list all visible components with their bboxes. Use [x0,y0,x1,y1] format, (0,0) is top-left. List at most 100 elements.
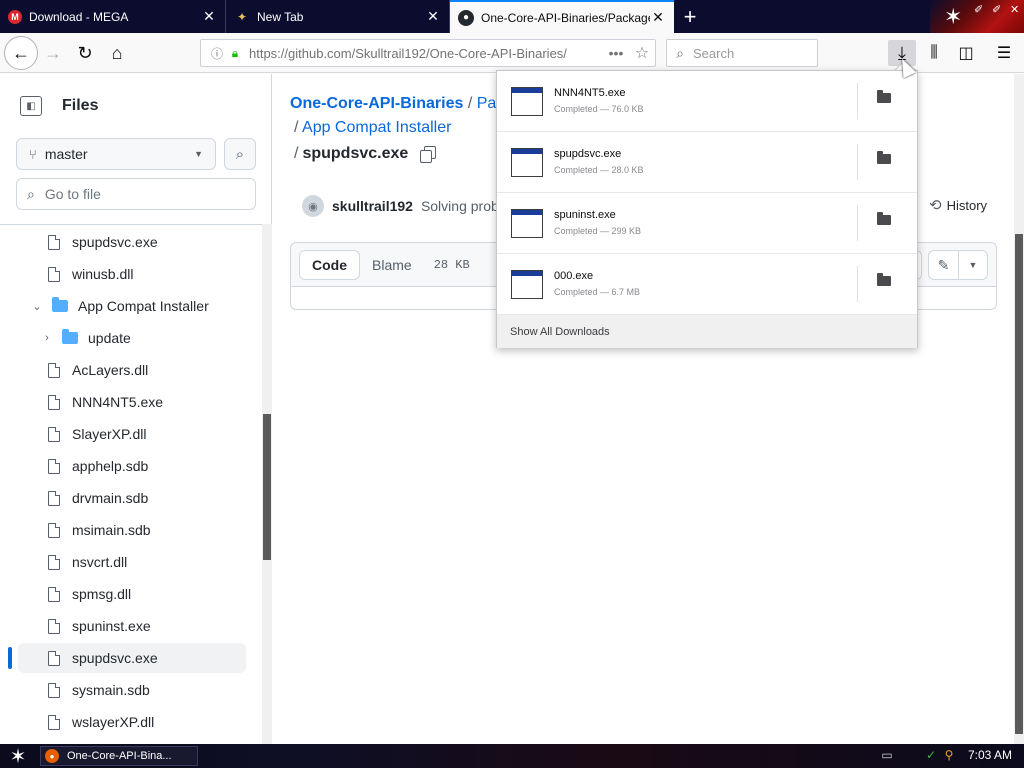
breadcrumb-folder-link[interactable]: App Compat Installer [302,119,451,136]
file-icon [48,362,60,378]
show-all-downloads-button[interactable]: Show All Downloads [497,315,917,348]
chevron-right-icon[interactable]: › [40,332,54,344]
new-tab-icon: ✦ [236,9,248,24]
tab-github[interactable]: ● One-Core-API-Binaries/Packages/ ✕ [450,0,674,33]
tree-item-file[interactable]: spupdsvc.exe [48,227,262,257]
tree-item-label: NNN4NT5.exe [72,394,164,410]
new-tab-button[interactable]: + [676,0,704,33]
tree-item-file-active[interactable]: spupdsvc.exe [18,643,246,673]
search-bar[interactable]: ⌕ Search [666,39,818,67]
tree-item-folder[interactable]: › update [40,323,262,353]
open-folder-icon[interactable] [877,151,891,164]
tree-item-file[interactable]: wslayerXP.dll [48,707,262,737]
firefox-icon: ● [45,749,59,763]
arrow-right-icon: → [44,42,62,63]
sidebar-icon: ◫ [958,45,974,62]
code-tab[interactable]: Code [299,249,360,280]
tree-item-label: spupdsvc.exe [72,650,158,666]
tree-item-file[interactable]: nsvcrt.dll [48,547,262,577]
edit-pencil-icon[interactable]: ✎ [929,251,959,279]
sidebar-toggle-button[interactable]: ◫ [952,40,980,66]
breadcrumb-separator: / [467,95,473,112]
branch-selector[interactable]: ⑂ master ▼ [16,138,216,170]
taskbar-window-title: One-Core-API-Bina... [67,750,172,762]
download-item[interactable]: 000.exe Completed — 6.7 MB [497,254,917,315]
tree-item-file[interactable]: apphelp.sdb [48,451,262,481]
close-window-icon[interactable]: ✕ [1010,3,1019,16]
download-item[interactable]: NNN4NT5.exe Completed — 76.0 KB [497,71,917,132]
tree-item-file[interactable]: SlayerXP.dll [48,419,262,449]
sidebar-scrollbar-thumb[interactable] [263,414,271,560]
library-button[interactable]: ⫼ [920,40,948,66]
tree-item-file[interactable]: spuninst.exe [48,611,262,641]
sidebar-title: Files [62,97,99,114]
tab-mega[interactable]: M Download - MEGA ✕ [0,0,226,33]
tree-item-file[interactable]: spmsg.dll [48,579,262,609]
active-item-marker [8,647,12,669]
back-button[interactable]: ← [4,36,38,70]
start-button[interactable]: ✶ [6,744,30,768]
taskbar: ✶ ● One-Core-API-Bina... ▭ ✓ ⚲ 7:03 AM [0,744,1024,768]
network-tray-icon[interactable]: ▭ [880,748,894,762]
tab-new-tab[interactable]: ✦ New Tab ✕ [226,0,450,33]
close-icon[interactable]: ✕ [425,8,441,25]
file-icon [48,234,60,250]
home-button[interactable]: ⌂ [102,37,132,69]
copy-path-icon[interactable] [420,146,437,163]
tree-item-label: sysmain.sdb [72,682,150,698]
page-scrollbar[interactable] [1014,74,1024,744]
open-folder-icon[interactable] [877,273,891,286]
taskbar-window-button[interactable]: ● One-Core-API-Bina... [40,746,198,766]
search-tray-icon[interactable]: ⚲ [942,748,956,762]
go-to-file-input[interactable]: ⌕ Go to file [16,178,256,210]
forward-button[interactable]: → [38,37,68,69]
download-item[interactable]: spupdsvc.exe Completed — 28.0 KB [497,132,917,193]
tree-item-file[interactable]: sysmain.sdb [48,675,262,705]
commit-message[interactable]: Solving prob [421,198,499,214]
open-folder-icon[interactable] [877,212,891,225]
history-button[interactable]: ⟲ History [929,196,987,214]
page-actions-icon[interactable]: ••• [603,45,629,61]
search-icon: ⌕ [676,44,684,61]
chevron-down-icon[interactable]: ⌄ [30,300,44,313]
exe-file-icon [511,145,543,177]
download-item[interactable]: spuninst.exe Completed — 299 KB [497,193,917,254]
tree-item-file[interactable]: msimain.sdb [48,515,262,545]
url-text[interactable]: https://github.com/Skulltrail192/One-Cor… [249,46,603,61]
security-tray-icon[interactable]: ✓ [924,748,938,762]
tree-item-label: App Compat Installer [78,298,209,314]
bookmark-star-icon[interactable]: ☆ [629,43,655,63]
tree-item-file[interactable]: winusb.dll [48,259,262,289]
info-icon[interactable]: ⓘ [207,45,227,62]
caret-down-icon[interactable]: ▼ [959,251,987,279]
file-size: 28 KB [433,257,470,272]
breadcrumb-repo-link[interactable]: One-Core-API-Binaries [290,95,463,112]
minimize-icon[interactable]: ✐ [974,3,983,16]
tree-item-file[interactable]: drvmain.sdb [48,483,262,513]
close-icon[interactable]: ✕ [201,8,217,25]
menu-button[interactable]: ☰ [990,40,1018,66]
commit-author[interactable]: skulltrail192 [332,198,413,214]
open-folder-icon[interactable] [877,90,891,103]
blame-tab[interactable]: Blame [360,250,424,280]
search-files-button[interactable]: ⌕ [224,138,256,170]
reload-button[interactable]: ↻ [70,37,100,69]
page-scrollbar-thumb[interactable] [1015,234,1023,734]
sidebar-scrollbar[interactable] [262,224,272,744]
tree-item-file[interactable]: NNN4NT5.exe [48,387,262,417]
folder-icon [52,297,68,312]
url-bar[interactable]: ⓘ 🔒︎ https://github.com/Skulltrail192/On… [200,39,656,67]
tree-item-label: AcLayers.dll [72,362,149,378]
star-icon: ✶ [9,745,27,768]
tree-item-folder[interactable]: ⌄ App Compat Installer [30,291,260,321]
downloads-panel: NNN4NT5.exe Completed — 76.0 KB spupdsvc… [496,70,918,348]
tree-item-label: wslayerXP.dll [72,714,155,730]
maximize-icon[interactable]: ✐ [992,3,1001,16]
collapse-sidebar-icon[interactable]: ◧ [20,96,42,116]
exe-file-icon [511,84,543,116]
avatar[interactable]: ◉ [302,195,324,217]
search-icon: ⌕ [235,145,245,163]
tree-item-file[interactable]: AcLayers.dll [48,355,262,385]
close-icon[interactable]: ✕ [650,9,666,26]
github-icon: ● [458,9,474,26]
